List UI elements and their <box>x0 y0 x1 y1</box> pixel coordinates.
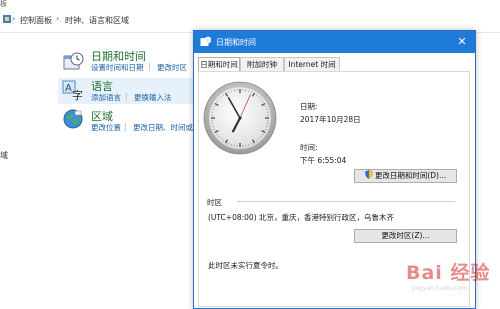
link-divider: | <box>125 92 128 101</box>
svg-text:A: A <box>65 83 72 94</box>
tab-additional-clocks[interactable]: 附加时钟 <box>240 57 284 71</box>
svg-text:字: 字 <box>72 88 83 101</box>
tab-internet-time[interactable]: Internet 时间 <box>284 57 340 71</box>
link-change-input-method[interactable]: 更换输入法 <box>134 92 172 103</box>
change-date-time-button[interactable]: 更改日期和时间(D)... <box>354 169 457 183</box>
link-divider: | <box>124 122 127 131</box>
time-label: 时间: <box>300 143 318 152</box>
timezone-section-label: 时区 <box>207 198 222 207</box>
uac-shield-icon <box>364 170 373 179</box>
watermark-url: jingyan.baidu.com <box>412 285 468 292</box>
window-title-fragment: 板 <box>0 0 7 8</box>
dialog-title: 日期和时间 <box>216 38 256 47</box>
date-value: 2017年10月28日 <box>300 115 361 124</box>
sidebar-fragment: 域 <box>0 151 8 160</box>
link-change-location[interactable]: 更改位置 <box>91 122 121 133</box>
link-set-time-date[interactable]: 设置时间和日期 <box>91 62 144 73</box>
analog-clock <box>203 81 277 155</box>
clock-calendar-icon <box>63 52 84 70</box>
date-label: 日期: <box>300 102 318 111</box>
tab-date-time[interactable]: 日期和时间 <box>198 57 240 72</box>
watermark-logo-text: Bai 经验 <box>406 262 491 284</box>
time-value: 下午 6:55:04 <box>300 156 347 165</box>
breadcrumb-separator: › <box>56 14 60 23</box>
section-divider <box>237 201 455 202</box>
breadcrumb-separator: › <box>12 14 16 23</box>
link-change-date-format[interactable]: 更改日期、时间或 <box>133 122 193 133</box>
breadcrumb-control-panel[interactable]: 控制面板 <box>20 15 52 26</box>
change-date-time-label: 更改日期和时间(D)... <box>374 171 447 180</box>
language-icon: A 字 <box>62 80 83 101</box>
dialog-titlebar[interactable]: 日期和时间 ✕ <box>194 31 475 53</box>
link-change-timezone[interactable]: 更改时区 <box>157 62 187 73</box>
globe-icon <box>63 109 83 129</box>
dst-status-text: 此时区未实行夏令时。 <box>208 261 283 270</box>
link-add-language[interactable]: 添加语言 <box>91 92 121 103</box>
breadcrumb-current[interactable]: 时钟、语言和区域 <box>65 15 129 26</box>
timezone-value: (UTC+08:00) 北京，重庆，香港特别行政区，乌鲁木齐 <box>208 213 395 222</box>
close-icon[interactable]: ✕ <box>454 34 470 50</box>
change-timezone-button[interactable]: 更改时区(Z)... <box>354 229 457 243</box>
clock-calendar-icon <box>200 36 211 46</box>
watermark: Bai 经验 jingyan.baidu.com <box>386 256 496 306</box>
link-divider: | <box>148 62 151 71</box>
control-panel-icon <box>3 15 11 23</box>
